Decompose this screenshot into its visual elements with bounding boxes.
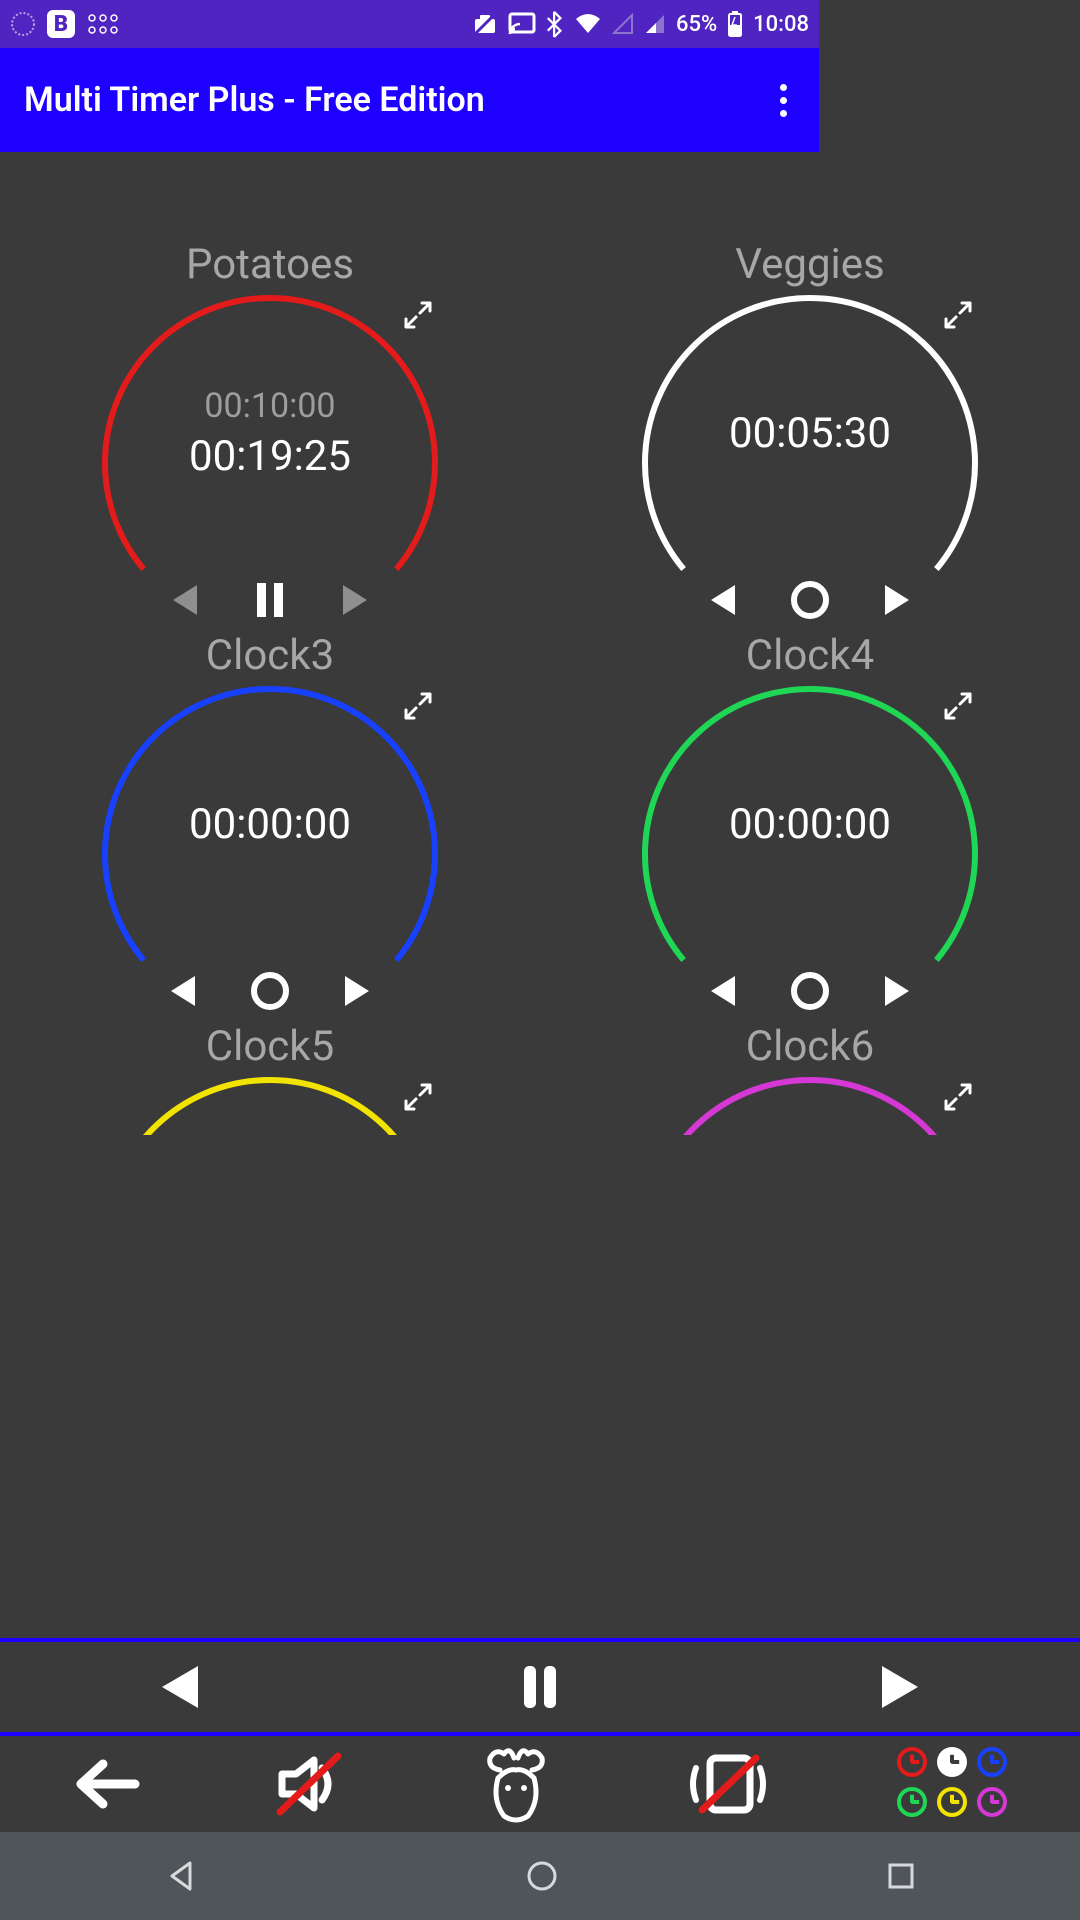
- timer-name: Clock6: [746, 1022, 874, 1071]
- timer-next-button[interactable]: [877, 581, 915, 619]
- theme-clock-icon: [937, 1747, 967, 1777]
- fullscreen-icon[interactable]: [400, 297, 436, 333]
- cast-icon: [508, 12, 536, 36]
- timer-reset-button[interactable]: [789, 579, 831, 621]
- timer-reset-button[interactable]: [789, 970, 831, 1012]
- theme-clock-icon: [977, 1747, 1007, 1777]
- timer-cell[interactable]: Clock5: [0, 1022, 540, 1129]
- status-dots-icon: [86, 11, 120, 37]
- nav-back-button[interactable]: [164, 1859, 198, 1893]
- theme-clock-icon: [977, 1787, 1007, 1817]
- timer-next-button[interactable]: [335, 581, 373, 619]
- timer-name: Clock4: [746, 631, 874, 680]
- app-bar: Multi Timer Plus - Free Edition: [0, 48, 819, 152]
- back-button[interactable]: [69, 1756, 147, 1812]
- no-briefcase-icon: [472, 11, 498, 37]
- fullscreen-icon[interactable]: [940, 688, 976, 724]
- mute-button[interactable]: [268, 1748, 352, 1820]
- theme-clock-icon: [897, 1747, 927, 1777]
- theme-clock-icon: [937, 1787, 967, 1817]
- timer-name: Clock5: [206, 1022, 334, 1071]
- battery-charging-icon: [727, 11, 743, 37]
- fullscreen-icon[interactable]: [940, 297, 976, 333]
- status-time: 10:08: [753, 12, 809, 37]
- fullscreen-icon[interactable]: [940, 1079, 976, 1115]
- moose-button[interactable]: [474, 1744, 558, 1824]
- status-circle-icon: [10, 11, 36, 37]
- timer-cell[interactable]: Potatoes00:10:0000:19:25: [0, 240, 540, 631]
- status-b-app-icon: B: [46, 9, 76, 39]
- status-bar: B 65% 10:08: [0, 0, 819, 48]
- timer-ring: [100, 1075, 440, 1119]
- theme-clock-icon: [897, 1787, 927, 1817]
- timer-prev-button[interactable]: [705, 972, 743, 1010]
- timer-name: Veggies: [735, 240, 884, 289]
- svg-text:B: B: [54, 12, 68, 37]
- signal-empty-icon: [612, 13, 634, 35]
- global-pause-button[interactable]: [510, 1660, 570, 1714]
- timer-ring: 00:10:0000:19:25: [100, 293, 440, 573]
- vibrate-off-button[interactable]: [680, 1748, 776, 1820]
- global-play-button[interactable]: [870, 1660, 930, 1714]
- global-controls-bar: [0, 1638, 1080, 1736]
- app-title: Multi Timer Plus - Free Edition: [24, 80, 485, 120]
- timer-prev-button[interactable]: [705, 581, 743, 619]
- timer-name: Potatoes: [186, 240, 354, 289]
- timer-cell[interactable]: Veggies00:05:30: [540, 240, 1080, 631]
- timer-cell[interactable]: Clock400:00:00: [540, 631, 1080, 1022]
- timer-reset-button[interactable]: [249, 970, 291, 1012]
- timer-next-button[interactable]: [877, 972, 915, 1010]
- timers-area: Potatoes00:10:0000:19:25Veggies00:05:30C…: [0, 152, 1080, 1638]
- timer-ring: 00:00:00: [100, 684, 440, 964]
- fullscreen-icon[interactable]: [400, 1079, 436, 1115]
- timer-pause-button[interactable]: [251, 579, 289, 621]
- overflow-menu-button[interactable]: [772, 76, 795, 125]
- timer-ring: 00:00:00: [640, 684, 980, 964]
- battery-percent: 65%: [676, 12, 717, 37]
- timer-cell[interactable]: Clock6: [540, 1022, 1080, 1129]
- timer-prev-button[interactable]: [167, 581, 205, 619]
- theme-picker-button[interactable]: [897, 1747, 1011, 1821]
- nav-home-button[interactable]: [525, 1859, 559, 1893]
- fullscreen-icon[interactable]: [400, 688, 436, 724]
- timer-next-button[interactable]: [337, 972, 375, 1010]
- timer-cell[interactable]: Clock300:00:00: [0, 631, 540, 1022]
- timer-ring: [640, 1075, 980, 1119]
- timer-name: Clock3: [206, 631, 334, 680]
- timer-ring: 00:05:30: [640, 293, 980, 573]
- timer-prev-button[interactable]: [165, 972, 203, 1010]
- global-rewind-button[interactable]: [150, 1660, 210, 1714]
- wifi-icon: [574, 13, 602, 35]
- signal-half-icon: [644, 13, 666, 35]
- nav-recent-button[interactable]: [886, 1861, 916, 1891]
- bluetooth-icon: [546, 10, 564, 38]
- android-nav-bar: [0, 1832, 1080, 1920]
- bottom-toolbar: [0, 1736, 1080, 1832]
